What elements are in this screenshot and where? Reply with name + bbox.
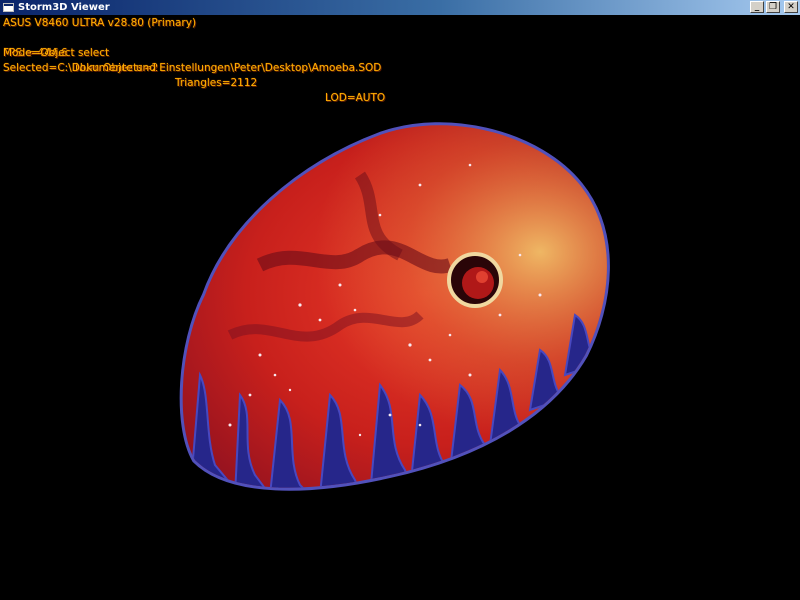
hud-gpu-info: ASUS V8460 ULTRA v28.80 (Primary) [3, 17, 197, 29]
minimize-button[interactable]: _ [750, 1, 764, 13]
hud-overlay: ASUS V8460 ULTRA v28.80 (Primary) FPS = … [0, 15, 385, 105]
title-bar[interactable]: Storm3D Viewer _ ❐ ✕ [0, 0, 800, 15]
amoeba-model[interactable] [0, 15, 800, 600]
hud-selected-file: Selected=C:\Dokumente und Einstellungen\… [3, 62, 382, 74]
app-window: Storm3D Viewer _ ❐ ✕ ASUS V8460 ULTRA v2… [0, 0, 800, 600]
maximize-button[interactable]: ❐ [766, 1, 780, 13]
hud-lod: LOD=AUTO [325, 92, 386, 104]
hud-stats-row: FPS = 444.6 Num Objects=2 Triangles=2112… [3, 31, 385, 121]
caption-buttons: _ ❐ ✕ [750, 1, 798, 13]
hud-mode: Mode=Object select [3, 47, 110, 59]
close-button[interactable]: ✕ [784, 1, 798, 13]
3d-viewport[interactable]: ASUS V8460 ULTRA v28.80 (Primary) FPS = … [0, 15, 800, 600]
window-title: Storm3D Viewer [18, 2, 110, 13]
hud-triangles: Triangles=2112 [175, 77, 258, 89]
app-icon[interactable] [3, 3, 14, 12]
nucleus [447, 252, 503, 308]
